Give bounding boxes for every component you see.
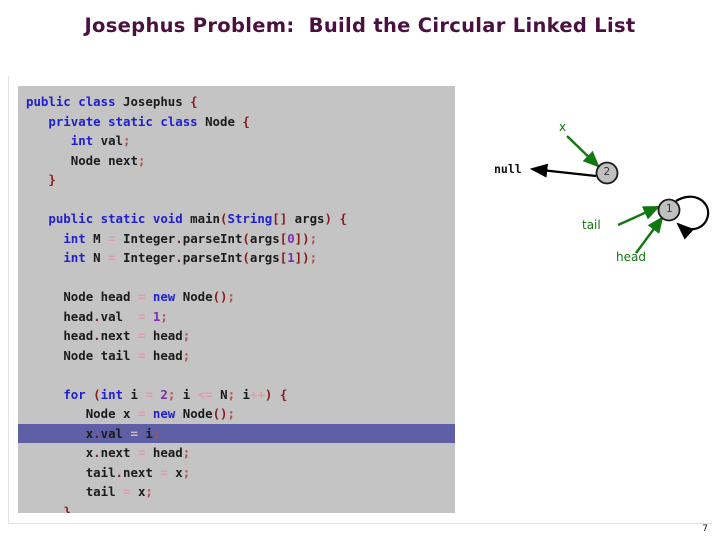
self-loop-node1 [675, 195, 710, 240]
code-line: int N = Integer.parseInt(args[1]); [63, 250, 318, 265]
linked-list-diagram: 2 1 x null tail head [470, 100, 720, 290]
code-line: tail = x; [85, 484, 153, 499]
label-head: head [616, 250, 646, 264]
code-block[interactable]: public class Josephus { private static c… [18, 86, 455, 513]
label-null: null [494, 162, 522, 176]
arrow-x-to-node2 [566, 135, 600, 168]
code-line: } [63, 503, 71, 514]
code-line: x.next = head; [85, 445, 191, 460]
code-line: private static class Node { [48, 113, 250, 129]
code-line: public class Josephus { [26, 94, 198, 109]
code-line: int val; [70, 133, 131, 148]
code-line: Node head = new Node(); [63, 289, 235, 304]
code-line: public static void main(String[] args) { [48, 211, 347, 226]
code-line: } [48, 172, 56, 187]
code-line: head.val = 1; [63, 308, 168, 324]
label-tail: tail [582, 218, 601, 232]
slide-frame-bottom-rule [8, 523, 712, 524]
slide-canvas: Josephus Problem: Build the Circular Lin… [0, 0, 720, 540]
node-value-2: 2 [603, 166, 611, 178]
code-line-highlighted: x.val = i; [18, 423, 455, 443]
page-title: Josephus Problem: Build the Circular Lin… [84, 14, 636, 37]
arrow-head-to-node1 [635, 216, 664, 254]
slide-frame-left-rule [8, 76, 9, 524]
code-line: Node x = new Node(); [85, 406, 235, 421]
arrow-tail-to-node1 [617, 205, 661, 227]
arrow-node2-to-null [529, 163, 597, 178]
label-x: x [559, 120, 567, 134]
code-line: Node next; [70, 152, 146, 168]
node-value-1: 1 [666, 203, 673, 215]
code-line: Node tail = head; [63, 347, 191, 363]
code-line: head.next = head; [63, 328, 191, 343]
code-line: int M = Integer.parseInt(args[0]); [63, 230, 318, 246]
page-number: 7 [702, 524, 708, 534]
code-line: for (int i = 2; i <= N; i++) { [63, 386, 288, 402]
code-line: tail.next = x; [85, 464, 191, 480]
